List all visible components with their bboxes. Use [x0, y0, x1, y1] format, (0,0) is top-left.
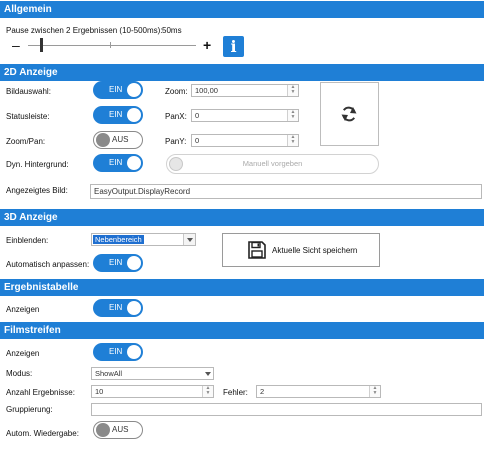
statusleiste-toggle[interactable]: EIN	[93, 106, 143, 124]
modus-select[interactable]: ShowAll	[91, 367, 214, 380]
ergebnistabelle-anzeigen-toggle[interactable]: EIN	[93, 299, 143, 317]
filmstreifen-anzeigen-toggle[interactable]: EIN	[93, 343, 143, 361]
zoom-input[interactable]: 100,00 ▲ ▼	[191, 84, 299, 97]
toggle-state: EIN	[109, 110, 123, 119]
bildauswahl-label: Bildauswahl:	[6, 87, 51, 96]
hintergrund-toggle[interactable]: EIN	[93, 154, 143, 172]
refresh-icon	[341, 106, 357, 122]
fehler-input[interactable]: 2 ▲ ▼	[256, 385, 381, 398]
angezeigtes-bild-label: Angezeigtes Bild:	[6, 186, 68, 195]
panx-input[interactable]: 0 ▲ ▼	[191, 109, 299, 122]
panx-value: 0	[195, 111, 200, 120]
modus-label: Modus:	[6, 369, 33, 378]
sicht-speichern-button[interactable]: Aktuelle Sicht speichern	[222, 233, 380, 267]
section-header-3d-anzeige: 3D Anzeige	[0, 209, 484, 226]
section-header-allgemein: Allgemein	[0, 1, 484, 18]
hintergrund-label: Dyn. Hintergrund:	[6, 160, 69, 169]
fehler-value: 2	[260, 387, 265, 396]
ergebnistabelle-anzeigen-label: Anzeigen	[6, 305, 40, 314]
gruppierung-input[interactable]	[91, 403, 482, 416]
zoompan-label: Zoom/Pan:	[6, 137, 46, 146]
section-header-ergebnistabelle: Ergebnistabelle	[0, 279, 484, 296]
einblenden-selected-value: Nebenbereich	[92, 234, 145, 245]
angezeigtes-bild-input[interactable]: EasyOutput.DisplayRecord	[90, 184, 482, 199]
zoom-value: 100,00	[195, 86, 218, 95]
zoom-spinner[interactable]: ▲ ▼	[287, 85, 298, 96]
zoompan-toggle[interactable]: AUS	[93, 131, 143, 149]
pause-value: 50ms	[162, 26, 182, 35]
autom-wiedergabe-toggle[interactable]: AUS	[93, 421, 143, 439]
fehler-spinner[interactable]: ▲ ▼	[369, 386, 380, 397]
manuell-vorgeben-toggle[interactable]: Manuell vorgeben	[166, 154, 379, 174]
decrease-button[interactable]: –	[12, 38, 20, 52]
gruppierung-label: Gruppierung:	[6, 405, 53, 414]
toggle-state: EIN	[109, 303, 123, 312]
refresh-button[interactable]	[320, 82, 379, 146]
toggle-state: EIN	[109, 158, 123, 167]
pany-input[interactable]: 0 ▲ ▼	[191, 134, 299, 147]
toggle-state: EIN	[109, 258, 123, 267]
bildauswahl-toggle[interactable]: EIN	[93, 81, 143, 99]
anzahl-value: 10	[95, 387, 104, 396]
panx-spinner[interactable]: ▲ ▼	[287, 110, 298, 121]
pause-slider-thumb[interactable]	[40, 38, 44, 52]
zoom-label: Zoom:	[165, 87, 188, 96]
chevron-down-icon[interactable]	[202, 368, 213, 379]
pany-value: 0	[195, 136, 200, 145]
increase-button[interactable]: +	[203, 37, 211, 53]
fehler-label: Fehler:	[223, 388, 248, 397]
statusleiste-label: Statusleiste:	[6, 112, 50, 121]
filmstreifen-anzeigen-label: Anzeigen	[6, 349, 40, 358]
einblenden-select[interactable]: Nebenbereich	[91, 233, 196, 246]
slider-tick	[110, 42, 111, 48]
pany-spinner[interactable]: ▲ ▼	[287, 135, 298, 146]
section-header-2d-anzeige: 2D Anzeige	[0, 64, 484, 81]
anzahl-spinner[interactable]: ▲ ▼	[202, 386, 213, 397]
einblenden-label: Einblenden:	[6, 236, 49, 245]
pause-label: Pause zwischen 2 Ergebnissen (10-500ms):	[6, 26, 163, 35]
modus-value: ShowAll	[95, 369, 123, 378]
info-icon[interactable]: i	[223, 36, 244, 57]
sicht-speichern-label: Aktuelle Sicht speichern	[272, 246, 358, 255]
pany-label: PanY:	[165, 137, 187, 146]
section-header-filmstreifen: Filmstreifen	[0, 322, 484, 339]
autom-wiedergabe-label: Autom. Wiedergabe:	[6, 429, 79, 438]
toggle-state: EIN	[109, 85, 123, 94]
anzahl-input[interactable]: 10 ▲ ▼	[91, 385, 214, 398]
floppy-disk-icon	[248, 241, 266, 259]
toggle-state: AUS	[112, 425, 129, 434]
toggle-state: AUS	[112, 135, 129, 144]
anpassen-toggle[interactable]: EIN	[93, 254, 143, 272]
pause-slider-track[interactable]	[28, 45, 196, 46]
chevron-down-icon[interactable]	[183, 234, 195, 245]
anzahl-label: Anzahl Ergebnisse:	[6, 388, 75, 397]
panx-label: PanX:	[165, 112, 187, 121]
manuell-label: Manuell vorgeben	[242, 159, 303, 168]
toggle-state: EIN	[109, 347, 123, 356]
anpassen-label: Automatisch anpassen:	[6, 260, 90, 269]
